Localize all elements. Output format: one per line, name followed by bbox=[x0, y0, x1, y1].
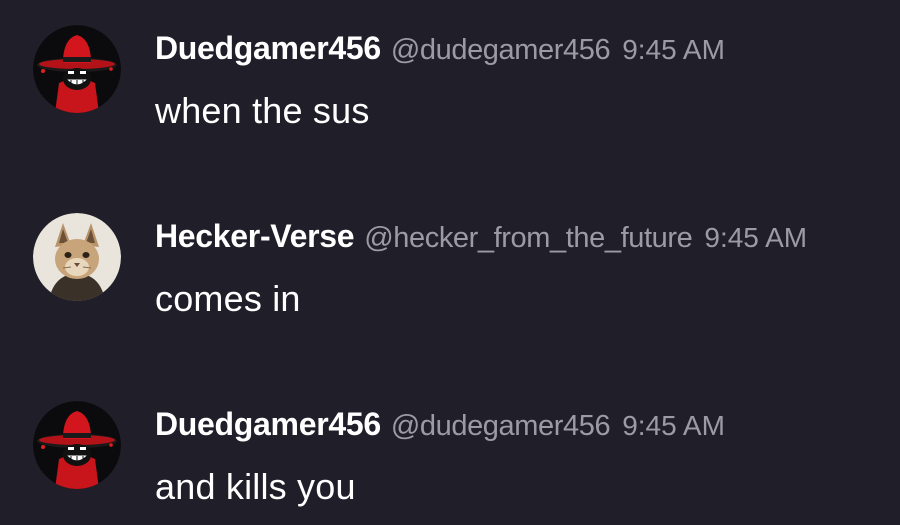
avatar[interactable] bbox=[33, 401, 121, 489]
username[interactable]: Hecker-Verse bbox=[155, 218, 355, 255]
timestamp: 9:45 AM bbox=[704, 222, 808, 253]
chat-feed: Duedgamer456 @dudegamer456 9:45 AM when … bbox=[0, 0, 900, 525]
avatar[interactable] bbox=[33, 25, 121, 113]
message-text: when the sus bbox=[155, 90, 370, 131]
red-hat-grin-avatar-icon bbox=[33, 401, 121, 489]
message-text: comes in bbox=[155, 278, 301, 319]
chat-message: Duedgamer456 @dudegamer456 9:45 AM when … bbox=[0, 0, 900, 131]
user-handle[interactable]: @hecker_from_the_future bbox=[364, 222, 693, 255]
user-handle[interactable]: @dudegamer456 bbox=[391, 410, 611, 443]
timestamp: 9:45 AM bbox=[622, 34, 725, 65]
username[interactable]: Duedgamer456 bbox=[155, 406, 381, 443]
timestamp: 9:45 AM bbox=[622, 410, 725, 441]
caracal-cat-avatar-icon bbox=[33, 213, 121, 301]
avatar[interactable] bbox=[33, 213, 121, 301]
red-hat-grin-avatar-icon bbox=[33, 25, 121, 113]
message-header: Duedgamer456 @dudegamer456 9:45 AM bbox=[155, 406, 725, 446]
username[interactable]: Duedgamer456 bbox=[155, 30, 381, 67]
message-header: Duedgamer456 @dudegamer456 9:45 AM bbox=[155, 30, 725, 70]
user-handle[interactable]: @dudegamer456 bbox=[391, 34, 611, 67]
chat-message: Duedgamer456 @dudegamer456 9:45 AM and k… bbox=[0, 376, 900, 507]
message-header: Hecker-Verse @hecker_from_the_future 9:4… bbox=[155, 218, 807, 258]
chat-message: Hecker-Verse @hecker_from_the_future 9:4… bbox=[0, 188, 900, 319]
message-text: and kills you bbox=[155, 466, 356, 507]
